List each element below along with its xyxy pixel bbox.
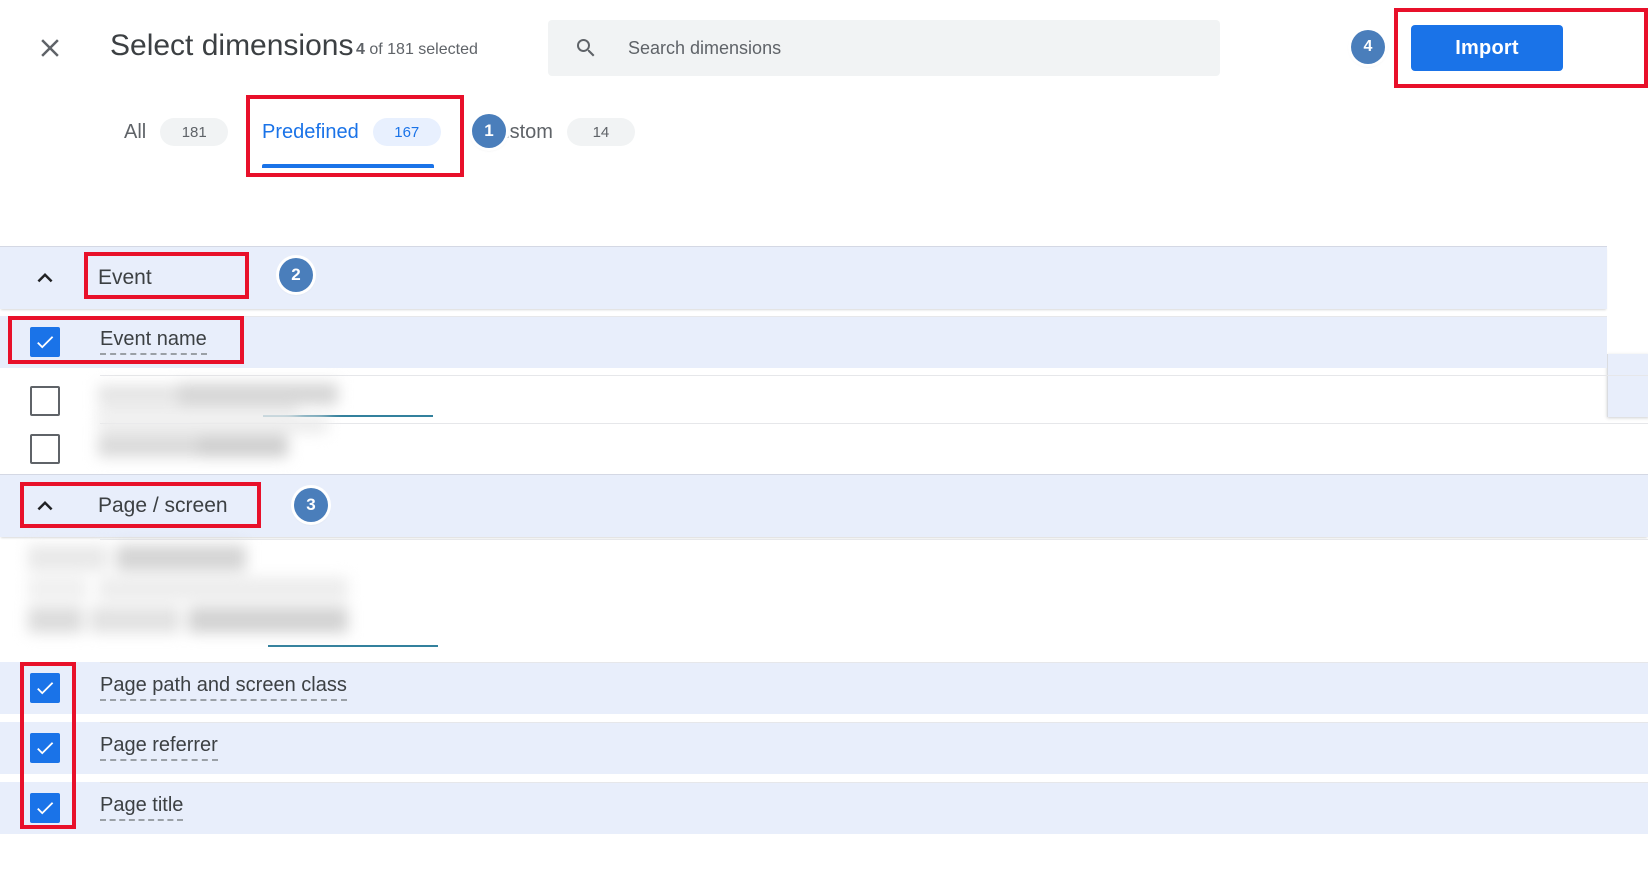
row-divider <box>100 722 1648 723</box>
selected-count-value: 4 <box>356 41 365 58</box>
chevron-up-icon <box>30 491 60 521</box>
chevron-up-icon <box>30 263 60 293</box>
checkbox-page-path-and-screen-class[interactable] <box>30 673 60 703</box>
tab-active-underline <box>262 164 434 168</box>
redacted-label <box>28 545 368 655</box>
dimension-row-redacted[interactable] <box>0 539 1648 659</box>
close-icon <box>35 33 65 63</box>
dimension-label-page-referrer: Page referrer <box>100 735 218 761</box>
dimension-tabs: All 181 Predefined 167 Custom 14 Collaps… <box>0 96 1648 235</box>
step-badge-4: 4 <box>1351 30 1385 64</box>
checkbox-redacted[interactable] <box>30 386 60 416</box>
dialog-header: Select dimensions 4 of 181 selected 4 Im… <box>0 0 1648 96</box>
tab-predefined-count: 167 <box>372 118 441 146</box>
step-badge-3: 3 <box>294 488 328 522</box>
checkbox-redacted[interactable] <box>30 434 60 464</box>
tab-predefined[interactable]: Predefined 167 <box>262 96 441 168</box>
redacted-label <box>98 417 388 461</box>
search-input[interactable] <box>626 32 1190 64</box>
dimension-label-event-name: Event name <box>100 329 207 355</box>
dimension-row-page-referrer[interactable]: Page referrer <box>0 722 1648 774</box>
import-button[interactable]: Import <box>1411 25 1563 71</box>
tab-custom-count: 14 <box>566 118 635 146</box>
search-box[interactable] <box>548 20 1220 76</box>
row-divider <box>100 375 1648 376</box>
dimension-label-page-path-and-screen-class: Page path and screen class <box>100 675 347 701</box>
checkbox-event-name[interactable] <box>30 327 60 357</box>
search-icon <box>574 36 598 60</box>
redacted-label <box>98 381 378 421</box>
checkbox-page-title[interactable] <box>30 793 60 823</box>
close-button[interactable] <box>28 26 72 70</box>
checkbox-page-referrer[interactable] <box>30 733 60 763</box>
tab-custom[interactable]: Custom 14 <box>484 96 635 168</box>
row-divider <box>100 662 1648 663</box>
dimension-row-event-name[interactable]: Event name <box>0 316 1607 368</box>
step-badge-2: 2 <box>279 258 313 292</box>
group-name-page-screen: Page / screen <box>98 494 228 517</box>
tab-all[interactable]: All 181 <box>124 96 229 168</box>
group-name-event: Event <box>98 266 152 289</box>
tab-all-count: 181 <box>160 118 229 146</box>
selected-count-label: 4 of 181 selected <box>356 41 478 59</box>
step-badge-1: 1 <box>472 114 506 148</box>
group-header-event[interactable]: Event <box>0 246 1607 309</box>
tab-predefined-label: Predefined <box>262 120 359 143</box>
dimension-row-redacted[interactable] <box>0 417 1648 475</box>
row-divider <box>100 316 1607 317</box>
dimension-row-page-title[interactable]: Page title <box>0 782 1648 834</box>
row-divider <box>100 782 1648 783</box>
group-header-page-screen[interactable]: Page / screen <box>0 474 1648 537</box>
select-dimensions-dialog: Select dimensions 4 of 181 selected 4 Im… <box>0 0 1648 893</box>
page-title: Select dimensions <box>110 29 354 62</box>
row-divider <box>100 539 1648 540</box>
selected-count-rest: of 181 selected <box>364 41 478 58</box>
dimension-label-page-title: Page title <box>100 795 184 821</box>
dimensions-list: Event Event name Page / screen Page path… <box>0 177 1648 893</box>
dimension-row-page-path-and-screen-class[interactable]: Page path and screen class <box>0 662 1648 714</box>
tab-all-label: All <box>124 120 147 143</box>
